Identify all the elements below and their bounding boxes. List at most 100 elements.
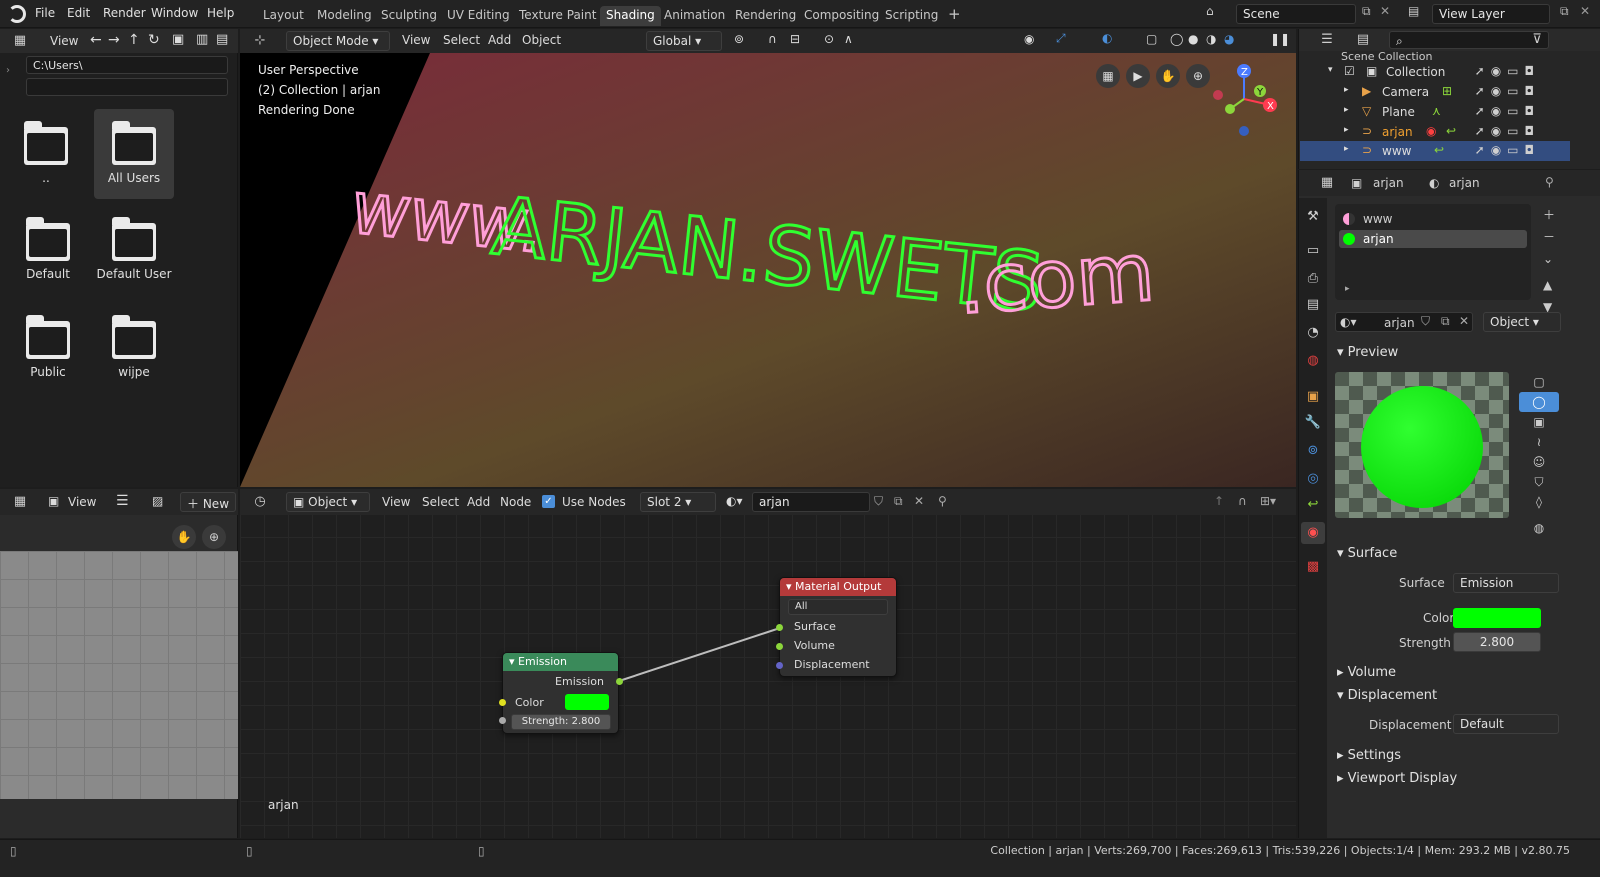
parent-dir-icon[interactable]: ↑ (128, 32, 140, 48)
viewport-menu-view[interactable]: View (402, 33, 430, 47)
slot-www[interactable]: www (1339, 210, 1527, 228)
scene-remove-icon[interactable]: ✕ (1380, 4, 1390, 18)
viewport-menu-add[interactable]: Add (488, 33, 511, 47)
navigation-gizmo[interactable]: Z X Y (1212, 59, 1282, 139)
view-layer-remove-icon[interactable]: ✕ (1580, 4, 1590, 18)
unlink-material-icon[interactable]: ✕ (1459, 314, 1469, 328)
displacement-input-socket[interactable] (776, 662, 783, 669)
output-target-dropdown[interactable]: All (788, 599, 888, 615)
add-workspace-icon[interactable]: + (942, 3, 967, 23)
zoom-icon[interactable]: ⊕ (1186, 64, 1210, 88)
emission-color-swatch[interactable] (565, 694, 609, 710)
modifier-tab-icon[interactable]: 🔧 (1301, 412, 1325, 434)
add-slot-icon[interactable]: ＋ (1543, 204, 1555, 226)
toggle-grid-icon[interactable]: ▦ (1096, 64, 1120, 88)
display-mode-icon[interactable]: ▥ (196, 32, 208, 47)
3d-viewport[interactable]: ⊹ Object Mode ▾ View Select Add Object G… (240, 29, 1296, 487)
viewport-menu-select[interactable]: Select (443, 33, 480, 47)
material-output-node[interactable]: ▾ Material Output All Surface Volume Dis… (779, 577, 897, 677)
object-tab-icon[interactable]: ▣ (1301, 386, 1325, 408)
emission-output-socket[interactable] (616, 678, 623, 685)
view-layer-tab-icon[interactable]: ▤ (1301, 294, 1325, 316)
transform-orientation-dropdown[interactable]: Global ▾ (646, 31, 722, 51)
tab-scripting[interactable]: Scripting (879, 6, 944, 26)
tab-layout[interactable]: Layout (257, 6, 310, 26)
section-settings[interactable]: ▸ Settings (1337, 748, 1401, 763)
visibility-toggles-icon[interactable]: ➚◉▭◘ (1475, 64, 1540, 78)
expand-icon[interactable]: ▸ (1344, 144, 1349, 154)
falloff-icon[interactable]: ∧ (844, 32, 853, 46)
wireframe-shading-icon[interactable]: ◯ (1170, 32, 1183, 46)
refresh-icon[interactable]: ↻ (148, 32, 160, 48)
filename-field[interactable] (26, 78, 228, 96)
editor-type-icon[interactable]: ⊹ (248, 30, 272, 52)
node-editor[interactable]: ◷ ▣ Object ▾ View Select Add Node ✓ Use … (240, 489, 1296, 838)
tab-compositing[interactable]: Compositing (798, 6, 885, 26)
viewport-menu-object[interactable]: Object (522, 33, 561, 47)
image-mode-icon[interactable]: ▣ (48, 494, 59, 508)
preview-hair-icon[interactable]: ≀ (1519, 432, 1559, 452)
section-preview[interactable]: ▾ Preview (1337, 345, 1398, 360)
move-up-icon[interactable]: ▲ (1543, 274, 1555, 296)
directory-path-field[interactable]: C:\Users\ (26, 56, 228, 74)
proportional-edit-icon[interactable]: ⊙ (824, 32, 834, 46)
overlay-icon[interactable]: ◐ (1102, 31, 1112, 45)
strength-input-socket[interactable] (499, 717, 506, 724)
folder-default[interactable]: Default (8, 205, 88, 295)
emission-strength-field[interactable]: Strength: 2.800 (511, 714, 611, 730)
tool-tab-icon[interactable]: ⚒ (1301, 206, 1325, 228)
tab-uv-editing[interactable]: UV Editing (441, 6, 516, 26)
folder-default-user[interactable]: Default User (94, 205, 174, 295)
tab-sculpting[interactable]: Sculpting (375, 6, 443, 26)
xray-icon[interactable]: ▢ (1146, 32, 1157, 46)
pan-hand-icon[interactable]: ✋ (172, 525, 196, 549)
surface-input-socket[interactable] (776, 624, 783, 631)
visibility-toggles-icon[interactable]: ➚◉▭◘ (1475, 143, 1540, 157)
file-view-menu[interactable]: View (50, 34, 78, 48)
menu-window[interactable]: Window (151, 6, 198, 20)
tab-animation[interactable]: Animation (658, 6, 731, 26)
zoom-icon[interactable]: ⊕ (202, 525, 226, 549)
checkbox-icon[interactable]: ☑ (1344, 64, 1355, 78)
visibility-icon[interactable]: ◉ (1024, 32, 1034, 46)
visibility-toggles-icon[interactable]: ➚◉▭◘ (1475, 124, 1540, 138)
tab-texture-paint[interactable]: Texture Paint (513, 6, 602, 26)
folder-public[interactable]: Public (8, 303, 88, 393)
forward-icon[interactable]: → (108, 32, 120, 48)
editor-type-icon[interactable]: ☰ (1315, 29, 1339, 51)
thumbnail-icon[interactable]: ▤ (216, 32, 228, 47)
color-input-socket[interactable] (499, 699, 506, 706)
tab-modeling[interactable]: Modeling (311, 6, 378, 26)
duplicate-material-icon[interactable]: ⧉ (1441, 314, 1450, 329)
scene-field[interactable]: Scene (1236, 4, 1356, 24)
section-displacement[interactable]: ▾ Displacement (1337, 688, 1437, 703)
physics-tab-icon[interactable]: ◎ (1301, 468, 1325, 490)
outliner-row-collection[interactable]: ▾ ☑ ▣ Collection ➚◉▭◘ (1300, 62, 1570, 82)
emission-node[interactable]: ▾ Emission Emission Color Strength: 2.80… (502, 652, 619, 734)
menu-file[interactable]: File (35, 6, 55, 20)
preview-monkey-icon[interactable]: ☺ (1519, 452, 1559, 472)
material-browse-icon[interactable]: ◐▾ (1340, 315, 1357, 329)
preview-world-icon[interactable]: ◍ (1519, 518, 1559, 538)
emission-color-swatch[interactable] (1453, 608, 1541, 628)
snap-target-icon[interactable]: ⊟ (790, 32, 800, 46)
outliner-row-www[interactable]: ▸ ⊃ www ↩ ➚◉▭◘ (1300, 141, 1570, 161)
editor-type-icon[interactable]: ▦ (8, 491, 32, 513)
material-datablock[interactable]: ◐▾ arjan (1335, 312, 1473, 332)
expand-icon[interactable]: › (6, 65, 10, 76)
preview-cloth-icon[interactable]: ⛉ (1519, 472, 1559, 492)
image-canvas[interactable] (0, 551, 238, 799)
expand-icon[interactable]: ▸ (1344, 125, 1349, 135)
camera-view-icon[interactable]: ▶ (1126, 64, 1150, 88)
material-tab-icon[interactable]: ◉ (1301, 522, 1325, 544)
link-dropdown[interactable]: Object ▾ (1483, 312, 1561, 332)
gizmo-icon[interactable]: ⤢ (1056, 31, 1066, 46)
menu-edit[interactable]: Edit (67, 6, 90, 20)
output-tab-icon[interactable]: ⎙ (1301, 268, 1325, 290)
display-mode-icon[interactable]: ▤ (1351, 29, 1375, 51)
image-view-menu[interactable]: View (68, 495, 96, 509)
folder-all-users[interactable]: All Users (94, 109, 174, 199)
world-tab-icon[interactable]: ◍ (1301, 350, 1325, 372)
folder-parent[interactable]: .. (6, 109, 86, 199)
outliner-row-arjan[interactable]: ▸ ⊃ arjan ◉ ↩ ➚◉▭◘ (1300, 122, 1570, 142)
